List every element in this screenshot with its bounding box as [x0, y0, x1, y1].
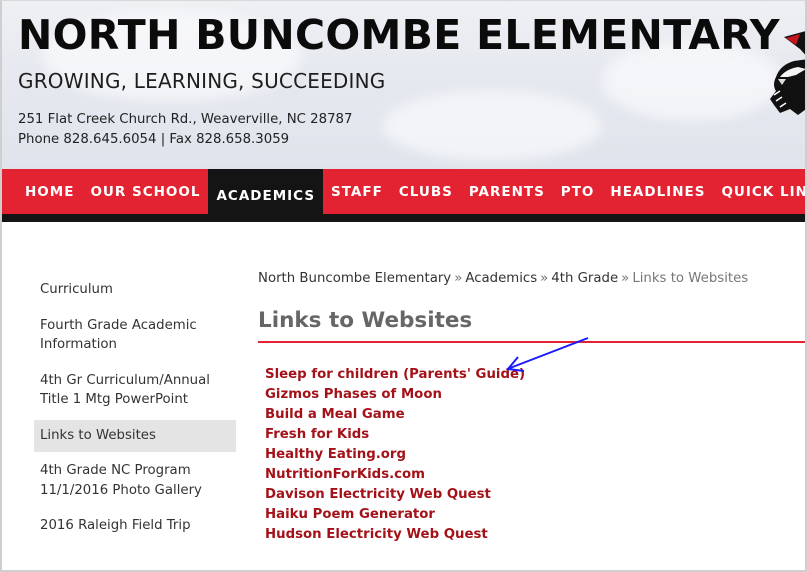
link-healthy-eating[interactable]: Healthy Eating.org: [265, 445, 805, 465]
nav-home[interactable]: HOME: [17, 169, 82, 214]
site-header: NORTH BUNCOMBE ELEMENTARY GROWING, LEARN…: [2, 1, 805, 169]
breadcrumb: North Buncombe Elementary» Academics» 4th …: [258, 271, 805, 286]
breadcrumb-academics[interactable]: Academics: [465, 271, 537, 286]
nav-quick-links[interactable]: QUICK LINKS: [713, 169, 805, 214]
sidebar-item-links-to-websites[interactable]: Links to Websites: [34, 419, 236, 452]
browser-page: NORTH BUNCOMBE ELEMENTARY GROWING, LEARN…: [0, 0, 807, 572]
breadcrumb-4th-grade[interactable]: 4th Grade: [551, 271, 618, 286]
nav-staff[interactable]: STAFF: [323, 169, 391, 214]
eagle-mascot-icon: [770, 31, 805, 115]
main-nav: HOME OUR SCHOOL ACADEMICS STAFF CLUBS PA…: [2, 169, 805, 222]
nav-clubs[interactable]: CLUBS: [391, 169, 461, 214]
sidebar-nav: Curriculum Fourth Grade Academic Informa…: [34, 277, 236, 549]
breadcrumb-separator: »: [454, 271, 463, 286]
main-content: North Buncombe Elementary» Academics» 4th …: [258, 271, 805, 545]
sidebar-item-fourth-grade-academic-information[interactable]: Fourth Grade Academic Information: [34, 313, 236, 359]
nav-parents[interactable]: PARENTS: [461, 169, 553, 214]
breadcrumb-separator: »: [621, 271, 630, 286]
sidebar-item-title1-powerpoint[interactable]: 4th Gr Curriculum/Annual Title 1 Mtg Pow…: [34, 368, 236, 414]
link-gizmos-phases-of-moon[interactable]: Gizmos Phases of Moon: [265, 385, 805, 405]
link-davison-electricity[interactable]: Davison Electricity Web Quest: [265, 485, 805, 505]
breadcrumb-home[interactable]: North Buncombe Elementary: [258, 271, 451, 286]
school-name[interactable]: NORTH BUNCOMBE ELEMENTARY: [18, 11, 780, 59]
website-links-list: Sleep for children (Parents' Guide) Gizm…: [258, 365, 805, 545]
nav-bottom-strip: [2, 214, 805, 222]
sidebar-item-curriculum[interactable]: Curriculum: [34, 277, 236, 304]
breadcrumb-current: Links to Websites: [632, 271, 749, 286]
sidebar-item-photo-gallery[interactable]: 4th Grade NC Program 11/1/2016 Photo Gal…: [34, 458, 236, 504]
school-address: 251 Flat Creek Church Rd., Weaverville, …: [18, 112, 353, 127]
link-haiku-poem-generator[interactable]: Haiku Poem Generator: [265, 505, 805, 525]
link-hudson-electricity[interactable]: Hudson Electricity Web Quest: [265, 525, 805, 545]
link-build-a-meal-game[interactable]: Build a Meal Game: [265, 405, 805, 425]
nav-headlines[interactable]: HEADLINES: [602, 169, 713, 214]
nav-pto[interactable]: PTO: [553, 169, 603, 214]
annotation-arrow-icon: [506, 337, 589, 372]
school-motto: GROWING, LEARNING, SUCCEEDING: [18, 69, 386, 93]
school-phone: Phone 828.645.6054 | Fax 828.658.3059: [18, 132, 290, 147]
header-cloud: [382, 91, 602, 161]
breadcrumb-separator: »: [540, 271, 549, 286]
sidebar-item-raleigh-field-trip[interactable]: 2016 Raleigh Field Trip: [34, 513, 236, 540]
nav-our-school[interactable]: OUR SCHOOL: [82, 169, 208, 214]
link-fresh-for-kids[interactable]: Fresh for Kids: [265, 425, 805, 445]
link-nutrition-for-kids[interactable]: NutritionForKids.com: [265, 465, 805, 485]
